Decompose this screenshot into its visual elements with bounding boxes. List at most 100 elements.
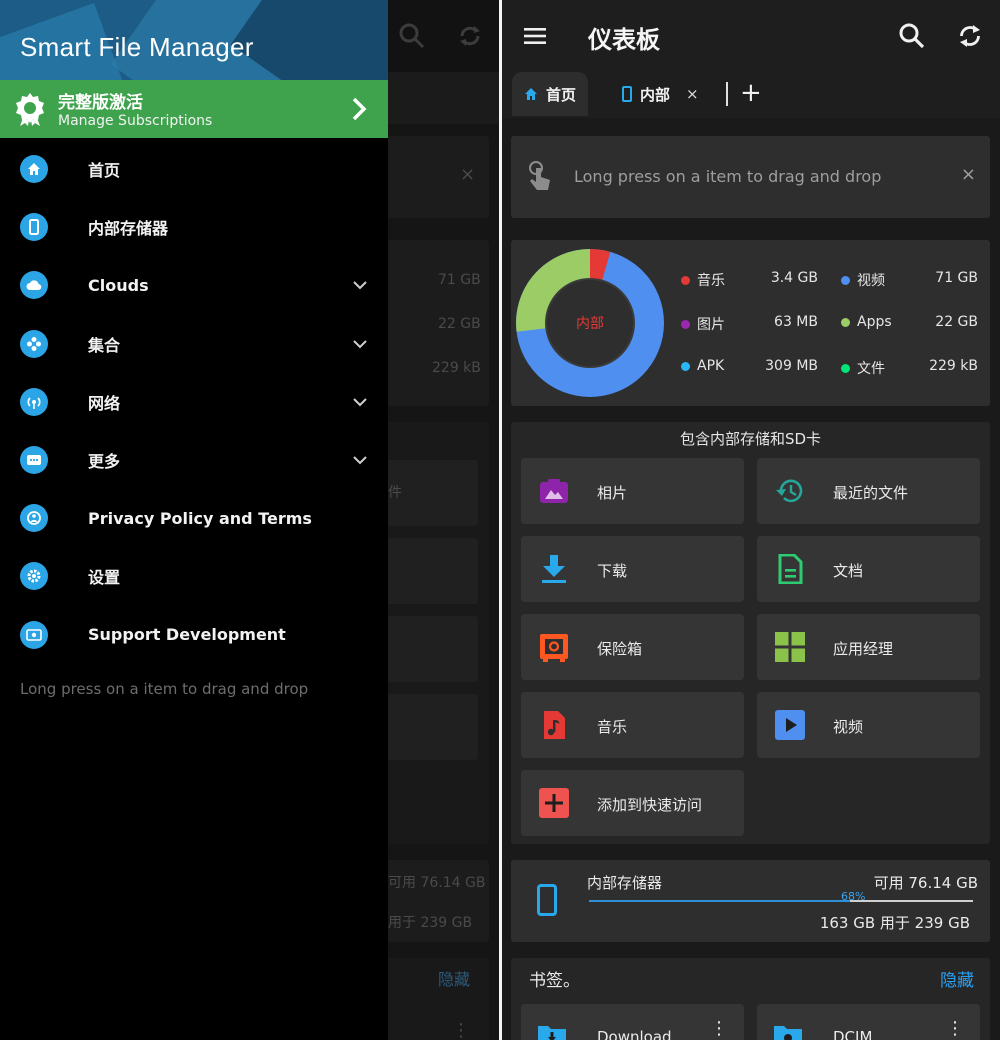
music-icon [544,711,565,739]
dimmed-search-icon [399,23,425,49]
quick-download[interactable]: 下载 [521,536,744,602]
chevron-down-icon[interactable] [352,397,368,407]
dimmed-files-text: 件 [388,485,402,501]
storage-progress-fill [589,900,851,902]
privacy-icon [20,504,48,533]
dimmed-hide-link: 隐藏 [438,970,471,989]
drawer-item-home[interactable]: 首页 [0,140,388,198]
home-icon [20,155,48,184]
drawer-item-label: Clouds [88,275,149,295]
more-vert-icon[interactable]: ⋮ [710,1020,728,1038]
menu-icon[interactable] [524,26,546,46]
internal-storage-title: 内部存储器 [587,874,663,892]
quick-item-label: 添加到快速访问 [597,796,703,814]
drawer-item-label: 网络 [88,393,121,413]
phone-icon [622,86,632,102]
hide-bookmarks-link[interactable]: 隐藏 [940,966,974,991]
quick-add-shortcut[interactable]: 添加到快速访问 [521,770,744,836]
quick-item-label: 相片 [597,484,628,502]
legend-value: 63 MB [774,314,818,330]
more-icon [20,446,48,475]
quick-item-label: 应用经理 [833,640,894,658]
dimmed-value: 229 kB [432,360,481,376]
folder-download-icon [538,1026,566,1040]
phone-icon [537,884,557,916]
close-tab-icon[interactable]: × [686,85,699,103]
drawer-item-collections[interactable]: 集合 [0,315,388,373]
right-screenshot: 仪表板 首页 内部 × + Long press on a item to dr… [502,0,1000,1040]
drawer-item-support[interactable]: Support Development [0,606,388,664]
phone-icon [20,213,48,242]
document-icon [778,554,803,584]
left-screenshot: × 71 GB 22 GB 229 kB 件 可用 76.14 GB 用于 23… [0,0,499,1040]
drawer-item-more[interactable]: 更多 [0,431,388,489]
chevron-down-icon[interactable] [352,280,368,290]
donut-center-label: 内部 [576,316,604,332]
subscription-banner[interactable]: 完整版激活 Manage Subscriptions [0,80,388,138]
legend-value: 309 MB [765,358,818,374]
storage-donut-chart: 内部 [516,249,664,397]
dimmed-tile [388,694,478,760]
tab-label: 内部 [640,85,671,104]
drawer-item-internal-storage[interactable]: 内部存储器 [0,198,388,256]
search-icon[interactable] [898,22,926,50]
download-icon [542,555,566,583]
tab-internal[interactable]: 内部 × [622,72,712,116]
home-icon [525,88,537,100]
page-title: 仪表板 [588,26,660,54]
quick-app-manager[interactable]: 应用经理 [757,614,980,680]
tab-separator [726,82,728,106]
legend-value: 3.4 GB [770,270,818,286]
drawer-item-label: Privacy Policy and Terms [88,508,312,528]
folder-camera-icon [774,1026,802,1040]
more-vert-icon[interactable]: ⋮ [946,1020,964,1038]
dimmed-value: 71 GB [438,272,481,288]
quick-documents[interactable]: 文档 [757,536,980,602]
add-tab-button[interactable]: + [740,80,762,106]
legend-value: 229 kB [929,358,978,374]
tab-home[interactable]: 首页 [512,72,588,116]
promo-title: 完整版激活 [58,93,143,113]
gear-icon [20,562,48,591]
quick-photos[interactable]: 相片 [521,458,744,524]
quick-item-label: 文档 [833,562,864,580]
dimmed-hint-card: × [388,136,489,218]
drawer-item-clouds[interactable]: Clouds [0,256,388,314]
quick-item-label: 音乐 [597,718,628,736]
drawer-item-label: Support Development [88,625,286,645]
drag-hint-card: Long press on a item to drag and drop × [511,136,990,218]
quick-music[interactable]: 音乐 [521,692,744,758]
drawer-item-label: 更多 [88,452,121,472]
dimmed-dashboard: × 71 GB 22 GB 229 kB 件 可用 76.14 GB 用于 23… [388,0,499,1040]
drawer-item-settings[interactable]: 设置 [0,547,388,605]
bookmarks-title: 书签。 [529,971,580,991]
drawer-item-label: 内部存储器 [88,219,169,239]
quick-recent-files[interactable]: 最近的文件 [757,458,980,524]
drawer-item-privacy[interactable]: Privacy Policy and Terms [0,489,388,547]
close-icon[interactable]: × [961,164,976,185]
hint-text: Long press on a item to drag and drop [574,167,882,186]
photo-icon [540,479,568,503]
refresh-icon[interactable] [956,22,984,50]
drawer-hint-text: Long press on a item to drag and drop [20,680,309,698]
drawer-item-label: 集合 [88,335,121,355]
storage-chart-card[interactable]: 内部 音乐 3.4 GB 视频 71 GB 图片 63 MB Apps 22 G… [511,240,990,406]
dimmed-quick-card: 件 [388,422,489,844]
quick-video[interactable]: 视频 [757,692,980,758]
bookmark-dcim[interactable]: DCIM ⋮ [757,1004,980,1040]
dimmed-tabs [388,72,499,124]
bookmark-download[interactable]: Download ⋮ [521,1004,744,1040]
chevron-down-icon[interactable] [352,339,368,349]
drawer-title: Smart File Manager [20,32,254,62]
safe-icon [540,634,568,662]
manage-subscriptions-link[interactable]: Manage Subscriptions [58,113,212,129]
chevron-down-icon[interactable] [352,455,368,465]
internal-storage-card[interactable]: 内部存储器 可用 76.14 GB 68% 163 GB 用于 239 GB [511,860,990,942]
quick-access-title: 包含内部存储和SD卡 [679,430,822,448]
quick-safe[interactable]: 保险箱 [521,614,744,680]
dimmed-more-icon: ⋮ [452,1020,470,1040]
legend-item-music: 音乐 [681,270,725,290]
drawer-item-network[interactable]: 网络 [0,373,388,431]
dashboard-content[interactable]: Long press on a item to drag and drop × … [502,118,1000,1040]
dimmed-value: 22 GB [438,316,481,332]
